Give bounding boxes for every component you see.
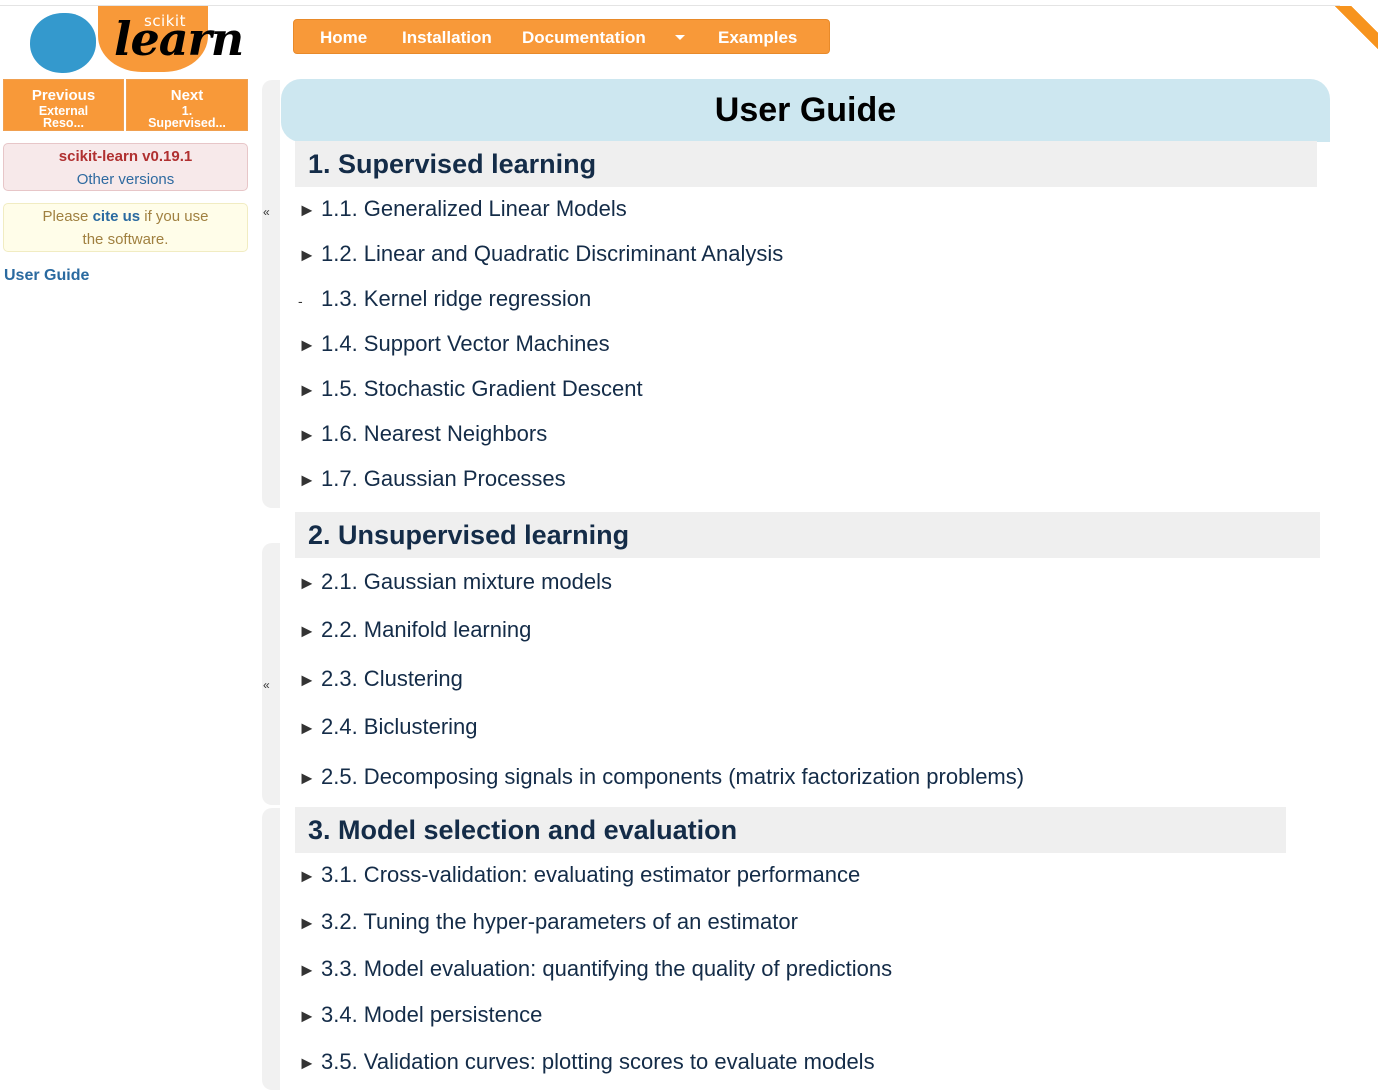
toc-item[interactable]: ► 1.2. Linear and Quadratic Discriminant … bbox=[298, 241, 783, 267]
cite-box: Please cite us if you use the software. bbox=[3, 203, 248, 252]
toc-item-label[interactable]: 3.3. Model evaluation: quantifying the q… bbox=[321, 956, 892, 981]
triangle-right-icon[interactable]: ► bbox=[298, 768, 321, 789]
triangle-right-icon[interactable]: ► bbox=[298, 380, 321, 401]
nav-examples[interactable]: Examples bbox=[718, 28, 797, 48]
section-title[interactable]: 1. Supervised learning bbox=[308, 149, 596, 180]
triangle-right-icon[interactable]: ► bbox=[298, 1053, 321, 1074]
other-versions-link[interactable]: Other versions bbox=[4, 171, 247, 188]
scikit-learn-logo[interactable]: scikit learn bbox=[28, 6, 244, 74]
toc-item-label[interactable]: 1.2. Linear and Quadratic Discriminant A… bbox=[321, 241, 783, 266]
collapse-icon[interactable]: « bbox=[263, 678, 270, 692]
nav-installation[interactable]: Installation bbox=[402, 28, 492, 48]
section-heading: 2. Unsupervised learning bbox=[295, 512, 1320, 558]
section-title[interactable]: 2. Unsupervised learning bbox=[308, 520, 629, 551]
toc-item-label[interactable]: 1.3. Kernel ridge regression bbox=[321, 286, 591, 311]
cite-text-line2: the software. bbox=[82, 231, 169, 248]
previous-button[interactable]: Previous External Reso... bbox=[3, 79, 124, 131]
toc-item[interactable]: ► 3.3. Model evaluation: quantifying the … bbox=[298, 956, 892, 982]
nav-home[interactable]: Home bbox=[320, 28, 367, 48]
triangle-right-icon[interactable]: ► bbox=[298, 866, 321, 887]
toc-item[interactable]: ► 1.4. Support Vector Machines bbox=[298, 331, 610, 357]
sidebar-user-guide-link[interactable]: User Guide bbox=[4, 267, 89, 285]
sidebar-collapser[interactable] bbox=[262, 80, 280, 508]
previous-title: Previous bbox=[31, 87, 96, 104]
toc-item[interactable]: ► 2.3. Clustering bbox=[298, 666, 463, 692]
triangle-right-icon[interactable]: ► bbox=[298, 573, 321, 594]
toc-item[interactable]: ► 2.5. Decomposing signals in components … bbox=[298, 764, 1024, 790]
section-title[interactable]: 3. Model selection and evaluation bbox=[308, 815, 737, 846]
triangle-right-icon[interactable]: ► bbox=[298, 425, 321, 446]
triangle-right-icon[interactable]: ► bbox=[298, 470, 321, 491]
triangle-right-icon[interactable]: ► bbox=[298, 670, 321, 691]
triangle-right-icon[interactable]: ► bbox=[298, 245, 321, 266]
toc-item[interactable]: ► 2.2. Manifold learning bbox=[298, 617, 531, 643]
toc-item[interactable]: ► 3.1. Cross-validation: evaluating estim… bbox=[298, 862, 860, 888]
toc-item-label[interactable]: 1.4. Support Vector Machines bbox=[321, 331, 610, 356]
page-title: User Guide bbox=[714, 91, 897, 129]
version-label: scikit-learn v0.19.1 bbox=[58, 148, 193, 165]
next-line1: 1. bbox=[181, 104, 193, 118]
toc-item[interactable]: ► 1.1. Generalized Linear Models bbox=[298, 196, 627, 222]
triangle-right-icon[interactable]: ► bbox=[298, 335, 321, 356]
cite-us-link[interactable]: cite us bbox=[93, 208, 141, 225]
toc-item[interactable]: ► 2.4. Biclustering bbox=[298, 714, 478, 740]
triangle-right-icon[interactable]: ► bbox=[298, 1006, 321, 1027]
section-heading: 1. Supervised learning bbox=[295, 141, 1317, 187]
toc-item-label[interactable]: 1.1. Generalized Linear Models bbox=[321, 196, 627, 221]
toc-item-label[interactable]: 2.2. Manifold learning bbox=[321, 617, 531, 642]
logo-blue-shape bbox=[30, 13, 96, 73]
toc-item[interactable]: ► 1.5. Stochastic Gradient Descent bbox=[298, 376, 643, 402]
toc-item-label[interactable]: 1.5. Stochastic Gradient Descent bbox=[321, 376, 643, 401]
collapse-icon[interactable]: « bbox=[263, 205, 270, 219]
sidebar-collapser[interactable] bbox=[262, 543, 280, 805]
toc-item-label[interactable]: 3.2. Tuning the hyper-parameters of an e… bbox=[321, 909, 798, 934]
triangle-right-icon[interactable]: ► bbox=[298, 960, 321, 981]
previous-line2: Reso... bbox=[43, 116, 84, 130]
toc-item[interactable]: ► 3.4. Model persistence bbox=[298, 1002, 542, 1028]
nav-documentation[interactable]: Documentation bbox=[522, 28, 646, 48]
toc-item-label[interactable]: 2.4. Biclustering bbox=[321, 714, 478, 739]
fork-ribbon-corner[interactable] bbox=[1330, 6, 1378, 54]
toc-item-label[interactable]: 1.7. Gaussian Processes bbox=[321, 466, 566, 491]
toc-item[interactable]: - 1.3. Kernel ridge regression bbox=[298, 286, 591, 312]
top-navbar: Home Installation Documentation Examples bbox=[293, 19, 830, 54]
triangle-right-icon[interactable]: ► bbox=[298, 621, 321, 642]
toc-item-label[interactable]: 3.5. Validation curves: plotting scores … bbox=[321, 1049, 875, 1074]
cite-text-after: if you use bbox=[140, 208, 209, 225]
logo-learn-text: learn bbox=[114, 12, 244, 66]
section-heading: 3. Model selection and evaluation bbox=[295, 807, 1286, 853]
cite-text-before: Please bbox=[42, 208, 93, 225]
toc-item-label[interactable]: 2.3. Clustering bbox=[321, 666, 463, 691]
toc-item[interactable]: ► 3.5. Validation curves: plotting scores… bbox=[298, 1049, 875, 1075]
toc-item[interactable]: ► 1.7. Gaussian Processes bbox=[298, 466, 566, 492]
triangle-right-icon[interactable]: ► bbox=[298, 913, 321, 934]
page-title-box: User Guide bbox=[281, 79, 1330, 142]
toc-item-label[interactable]: 2.1. Gaussian mixture models bbox=[321, 569, 612, 594]
previous-line1: External bbox=[38, 104, 89, 118]
version-box: scikit-learn v0.19.1 Other versions bbox=[3, 143, 248, 191]
triangle-right-icon[interactable]: ► bbox=[298, 200, 321, 221]
toc-item-label[interactable]: 1.6. Nearest Neighbors bbox=[321, 421, 547, 446]
next-line2: Supervised... bbox=[148, 116, 226, 130]
triangle-right-icon[interactable]: ► bbox=[298, 718, 321, 739]
next-title: Next bbox=[170, 87, 204, 104]
toc-item[interactable]: ► 3.2. Tuning the hyper-parameters of an … bbox=[298, 909, 798, 935]
dash-icon: - bbox=[298, 293, 303, 309]
toc-item-label[interactable]: 2.5. Decomposing signals in components (… bbox=[321, 764, 1024, 789]
toc-item-label[interactable]: 3.1. Cross-validation: evaluating estima… bbox=[321, 862, 860, 887]
next-button[interactable]: Next 1. Supervised... bbox=[126, 79, 248, 131]
toc-item[interactable]: ► 2.1. Gaussian mixture models bbox=[298, 569, 612, 595]
chevron-down-icon[interactable] bbox=[675, 35, 685, 40]
sidebar-collapser[interactable] bbox=[262, 808, 280, 1090]
toc-item[interactable]: ► 1.6. Nearest Neighbors bbox=[298, 421, 547, 447]
toc-item-label[interactable]: 3.4. Model persistence bbox=[321, 1002, 542, 1027]
